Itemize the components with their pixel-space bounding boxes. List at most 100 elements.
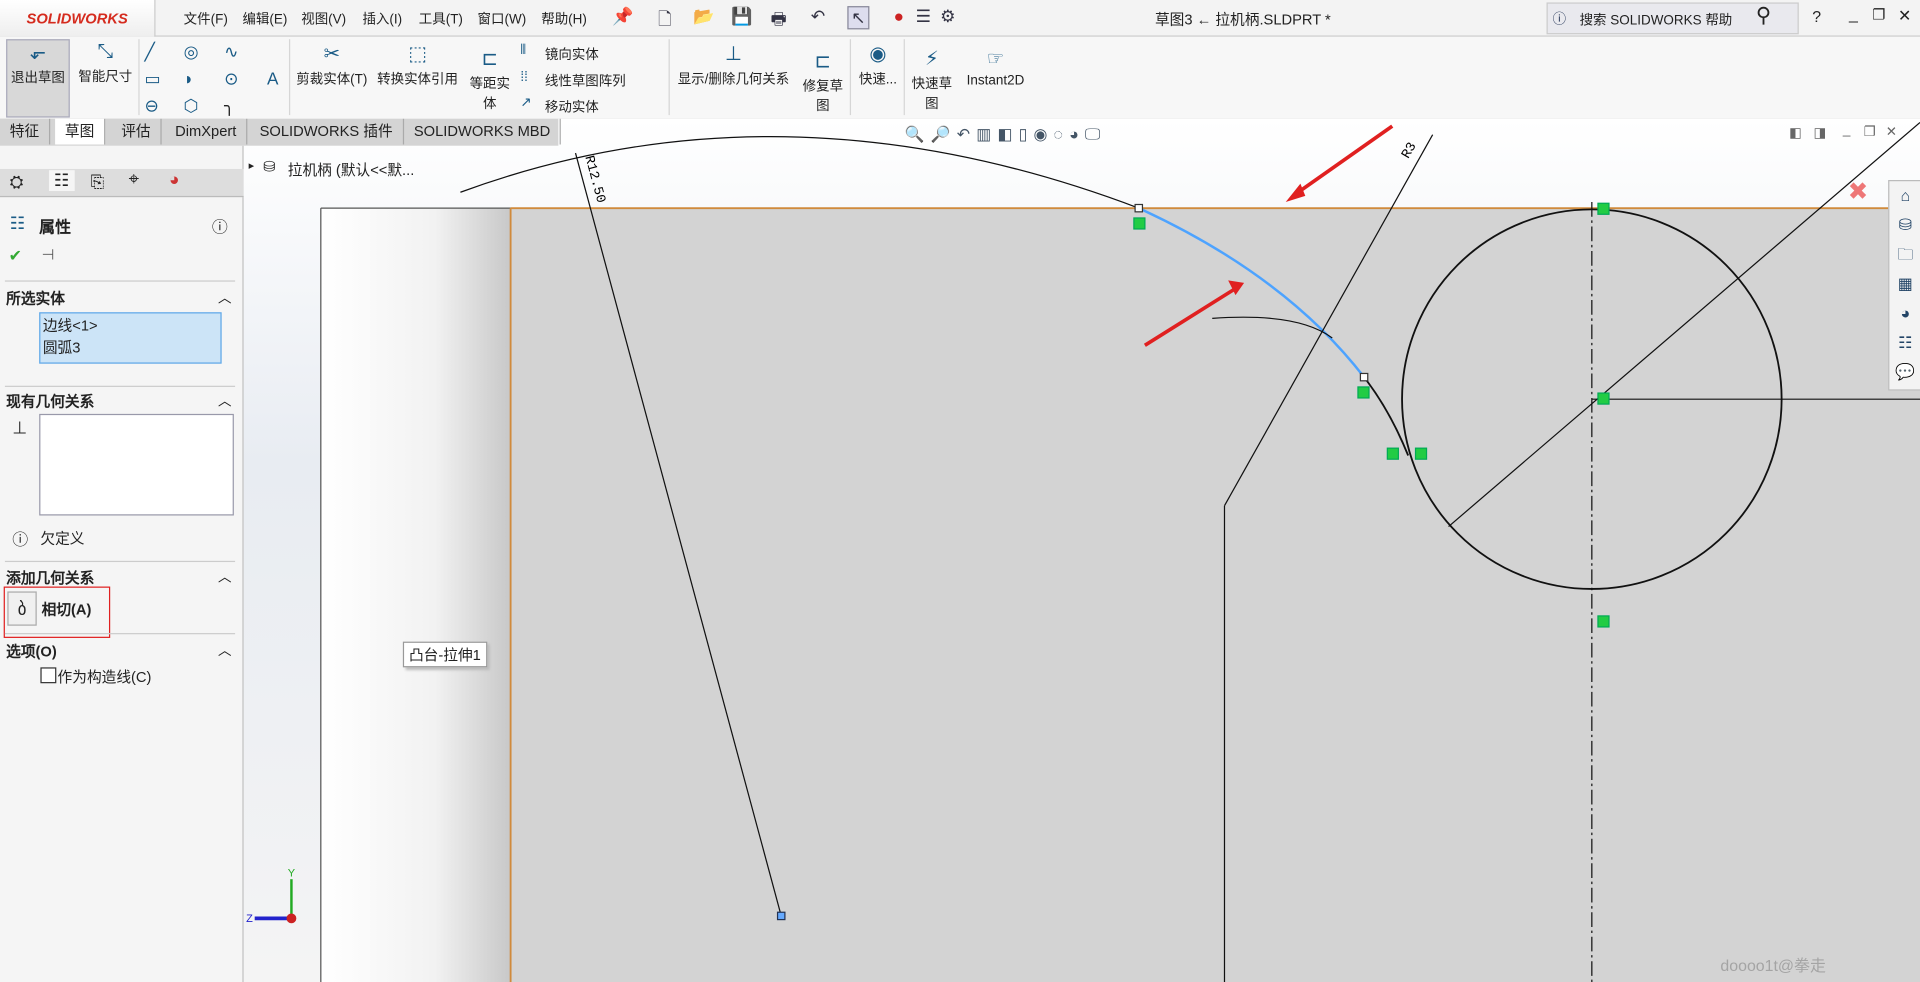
rapid-sketch-button[interactable]: ⚡ 快速草图 <box>906 47 957 113</box>
exit-sketch-button[interactable]: ⬐ 退出草图 <box>6 39 70 118</box>
display-style-icon[interactable]: ▯ <box>1019 125 1034 143</box>
options-gear-icon[interactable]: ⚙ <box>938 6 958 27</box>
configuration-tab-icon[interactable]: ⎘ <box>91 171 105 192</box>
cancel-sketch-icon[interactable]: ✖ <box>1848 176 1869 207</box>
tab-sketch[interactable]: 草图 <box>55 118 106 145</box>
menu-edit[interactable]: 编辑(E) <box>242 9 287 29</box>
appearances-icon[interactable]: ◕ <box>1889 299 1920 328</box>
tree-item-part[interactable]: 拉机柄 (默认<<默... <box>288 159 415 180</box>
sketch-svg[interactable]: R12.50 R3 Y Z doooo1t@拳走 <box>244 119 1920 982</box>
slot-icon[interactable]: ⊖ <box>144 96 158 117</box>
dimxpert-tab-icon[interactable]: ⌖ <box>129 169 139 190</box>
existing-relations-list[interactable] <box>39 413 234 516</box>
solidworks-logo[interactable]: SOLIDWORKS <box>0 0 156 38</box>
undo-icon[interactable]: ↶ <box>808 6 828 27</box>
tab-addins[interactable]: SOLIDWORKS 插件 <box>250 118 404 145</box>
restore-button[interactable]: ❐ <box>1872 6 1885 23</box>
ellipse-icon[interactable]: ⊙ <box>224 69 238 90</box>
convert-entities-button[interactable]: ⬚ 转换实体引用 <box>373 42 461 89</box>
collapse-caret-icon[interactable]: ︿ <box>218 640 231 660</box>
help-menu-button[interactable]: ? <box>1812 7 1821 25</box>
search-icon[interactable]: ⚲ <box>1756 4 1771 28</box>
construction-checkbox[interactable] <box>40 667 57 684</box>
viewport-restore-icon[interactable]: ❐ <box>1864 124 1876 140</box>
help-icon[interactable]: ⓘ <box>212 214 228 237</box>
pin-icon[interactable]: 📌 <box>612 6 633 27</box>
tab-features[interactable]: 特征 <box>0 118 51 145</box>
tab-mbd[interactable]: SOLIDWORKS MBD <box>404 118 562 145</box>
instant2d-button[interactable]: ☞ Instant2D <box>960 47 1031 88</box>
trim-entities-button[interactable]: ✂ 剪裁实体(T) <box>294 42 370 89</box>
file-explorer-icon[interactable]: 🗀 <box>1889 240 1920 269</box>
offset-entities-button[interactable]: ⊏ 等距实体 <box>465 47 514 113</box>
linear-pattern-button[interactable]: 线性草图阵列 <box>545 71 626 91</box>
tangent-icon[interactable]: ბ <box>7 591 37 626</box>
menu-view[interactable]: 视图(V) <box>301 9 346 29</box>
rebuild-icon[interactable]: ● <box>889 6 909 27</box>
new-file-icon[interactable]: 🗋 <box>655 6 675 29</box>
previous-view-icon[interactable]: ↶ <box>957 125 976 143</box>
view-palette-icon[interactable]: ▦ <box>1889 269 1920 298</box>
search-input[interactable]: 搜索 SOLIDWORKS 帮助 <box>1580 10 1733 30</box>
help-search-box[interactable]: ⓘ 搜索 SOLIDWORKS 帮助 ⚲ <box>1546 2 1799 35</box>
view-orientation-icon[interactable]: ◧ <box>997 125 1018 143</box>
appearance-tab-icon[interactable]: ◕ <box>169 169 179 189</box>
display-delete-relations-button[interactable]: ⊥ 显示/删除几何关系 <box>673 42 793 89</box>
feature-tree-tab-icon[interactable]: ⛭ <box>10 171 24 192</box>
polygon-icon[interactable]: ⬡ <box>184 96 199 117</box>
fillet-icon[interactable]: ╮ <box>224 96 234 117</box>
repair-sketch-button[interactable]: ⊏ 修复草图 <box>798 49 847 115</box>
minimize-button[interactable]: _ <box>1849 5 1858 23</box>
pushpin-icon[interactable]: ⊣ <box>42 246 55 263</box>
hide-show-icon[interactable]: ◉ <box>1034 125 1054 143</box>
file-properties-icon[interactable]: ☰ <box>913 6 933 27</box>
section-view-icon[interactable]: ▥ <box>976 125 997 143</box>
viewport-minimize-icon[interactable]: _ <box>1843 122 1851 137</box>
tab-dimxpert[interactable]: DimXpert <box>165 118 248 145</box>
apply-scene-icon[interactable]: ◕ <box>1069 125 1085 143</box>
quick-snaps-button[interactable]: ◉ 快速... <box>855 42 902 89</box>
mirror-entities-button[interactable]: 镜向实体 <box>545 44 599 64</box>
smart-dimension-button[interactable]: ⤡ 智能尺寸 <box>73 39 137 86</box>
close-button[interactable]: ✕ <box>1898 6 1911 26</box>
text-icon[interactable]: A <box>267 69 278 89</box>
menu-help[interactable]: 帮助(H) <box>541 9 587 29</box>
collapse-caret-icon[interactable]: ︿ <box>218 567 231 587</box>
custom-properties-icon[interactable]: ☷ <box>1889 328 1920 357</box>
zoom-to-fit-icon[interactable]: 🔍 <box>905 125 931 143</box>
collapse-caret-icon[interactable]: ︿ <box>218 391 231 411</box>
graphics-area[interactable]: R12.50 R3 Y Z doooo1t@拳走 ▸ ⛁ 拉机柄 (默认<<默.… <box>243 118 1920 982</box>
property-manager-tab-icon[interactable]: ☷ <box>48 170 75 192</box>
selected-entities-list[interactable]: 边线<1> 圆弧3 <box>39 312 222 364</box>
spline-icon[interactable]: ∿ <box>224 42 238 63</box>
open-file-icon[interactable]: 📂 <box>693 6 714 27</box>
list-item[interactable]: 圆弧3 <box>40 337 220 358</box>
viewport-close-icon[interactable]: ✕ <box>1886 124 1897 140</box>
viewport-next-icon[interactable]: ◨ <box>1813 125 1826 141</box>
tangent-relation-button[interactable]: 相切(A) <box>42 599 92 620</box>
menu-insert[interactable]: 插入(I) <box>362 9 402 29</box>
line-icon[interactable]: ╱ <box>144 42 154 63</box>
viewport-prev-icon[interactable]: ◧ <box>1789 125 1802 141</box>
heads-up-toolbar[interactable]: 🔍🔎↶▥◧▯◉◌◕🖵 <box>905 125 1106 145</box>
save-icon[interactable]: 💾 <box>731 6 752 27</box>
print-icon[interactable]: 🖶 <box>769 6 789 29</box>
resources-icon[interactable]: ⛁ <box>1889 211 1920 240</box>
menu-window[interactable]: 窗口(W) <box>478 9 527 29</box>
ok-check-icon[interactable]: ✔ <box>9 246 22 266</box>
menu-tools[interactable]: 工具(T) <box>419 9 463 29</box>
move-entities-button[interactable]: 移动实体 <box>545 97 599 117</box>
expand-tree-icon[interactable]: ▸ <box>249 159 255 172</box>
construction-label[interactable]: 作为构造线(C) <box>58 666 152 687</box>
home-icon[interactable]: ⌂ <box>1889 181 1920 210</box>
arc-icon[interactable]: ◗ <box>184 69 194 89</box>
view-settings-icon[interactable]: 🖵 <box>1085 125 1106 143</box>
forum-icon[interactable]: 💬 <box>1889 358 1920 387</box>
list-item[interactable]: 边线<1> <box>40 313 220 336</box>
tab-evaluate[interactable]: 评估 <box>111 118 162 145</box>
zoom-area-icon[interactable]: 🔎 <box>931 125 957 143</box>
rectangle-icon[interactable]: ▭ <box>144 69 160 90</box>
circle-icon[interactable]: ◎ <box>184 42 199 63</box>
select-icon[interactable]: ↖ <box>847 6 870 30</box>
edit-appearance-icon[interactable]: ◌ <box>1054 125 1070 143</box>
